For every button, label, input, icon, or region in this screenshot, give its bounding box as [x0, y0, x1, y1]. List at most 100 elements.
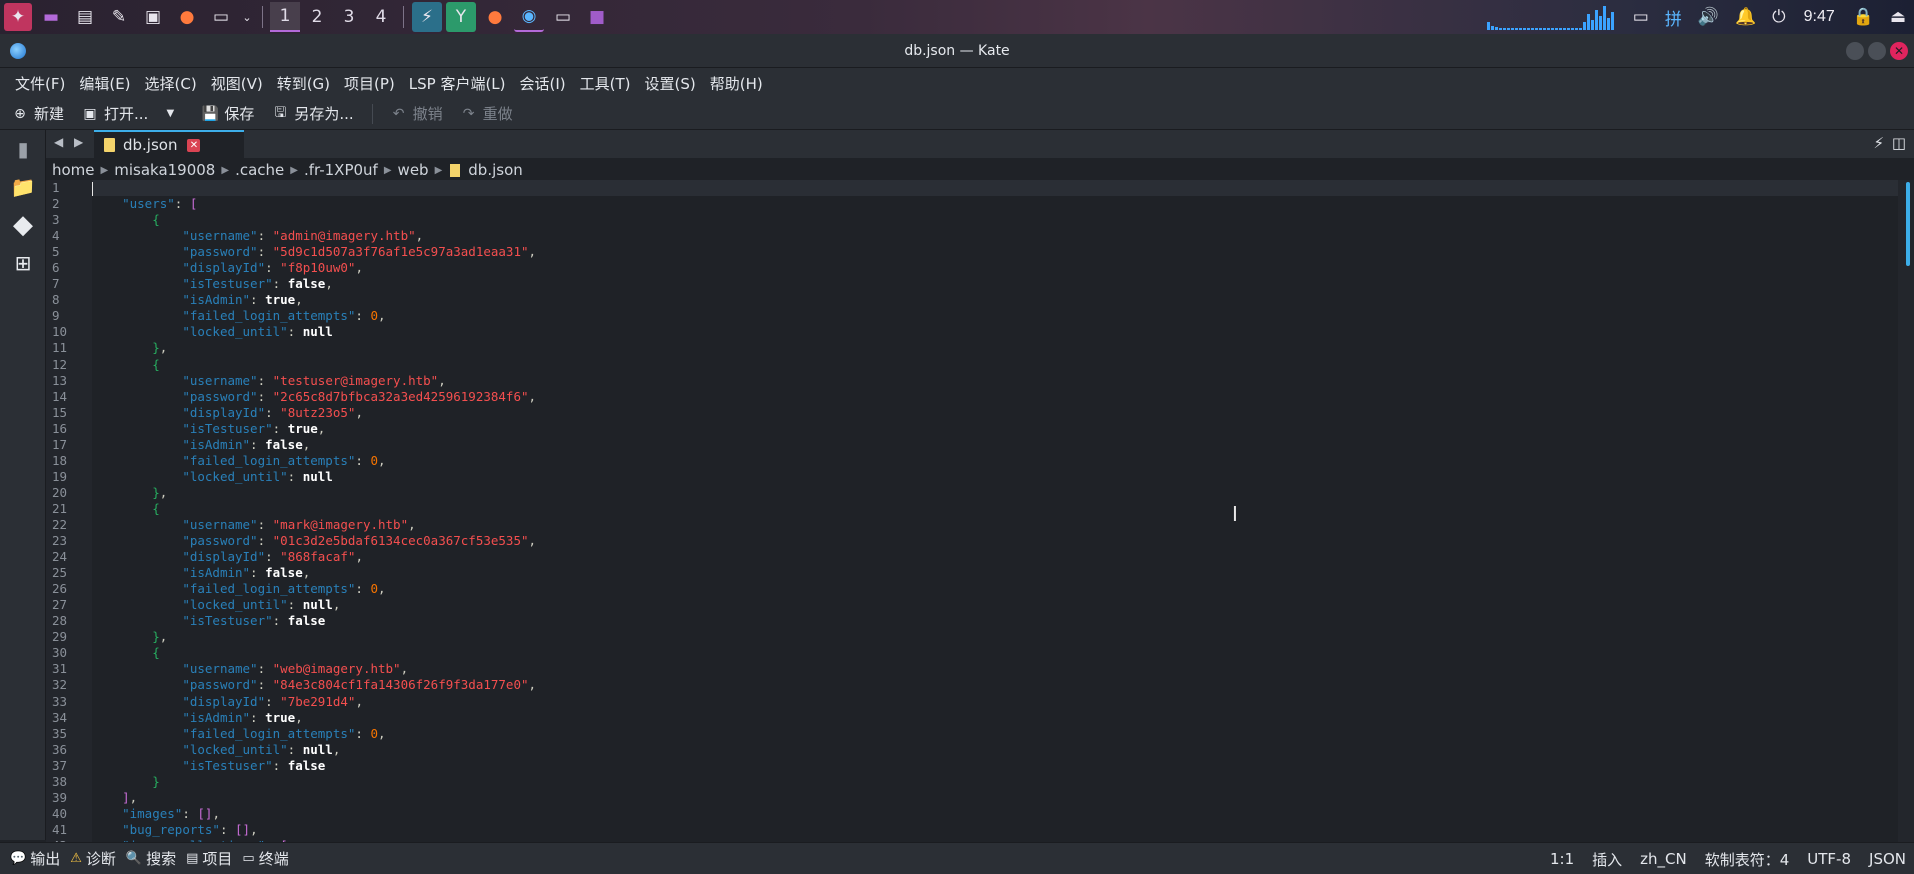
code-line[interactable]: ], [92, 790, 1898, 806]
tab-next-arrow-icon[interactable]: ▶ [74, 135, 83, 149]
code-line[interactable]: { [92, 357, 1898, 373]
lock-icon[interactable]: 🔒 [1853, 7, 1874, 27]
filesystem-browser-icon[interactable]: 📁 [0, 168, 46, 206]
code-line[interactable] [92, 180, 1898, 197]
file-manager-icon[interactable]: ▤ [70, 2, 100, 32]
code-line[interactable]: "isAdmin": false, [92, 437, 1898, 453]
code-line[interactable]: "password": "01c3d2e5bdaf6134cec0a367cf5… [92, 533, 1898, 549]
code-line[interactable]: "password": "2c65c8d7bfbca32a3ed42596192… [92, 389, 1898, 405]
code-line[interactable]: "locked_until": null, [92, 742, 1898, 758]
code-line[interactable]: "isAdmin": true, [92, 710, 1898, 726]
project-tree-icon[interactable]: ⊞ [0, 244, 46, 282]
code-line[interactable]: "users": [ [92, 196, 1898, 212]
code-line[interactable]: "isTestuser": false [92, 613, 1898, 629]
input-method-icon[interactable]: 拼 [1665, 5, 1682, 30]
kate-window-icon[interactable]: ◉ [514, 2, 544, 32]
code-line[interactable]: "locked_until": null [92, 469, 1898, 485]
code-line[interactable]: "displayId": "f8p10uw0", [92, 260, 1898, 276]
save-button[interactable]: 💾 保存 [202, 103, 255, 124]
code-line[interactable]: "username": "mark@imagery.htb", [92, 517, 1898, 533]
file-type-setting[interactable]: JSON [1869, 850, 1906, 868]
code-line[interactable]: }, [92, 629, 1898, 645]
code-line[interactable]: }, [92, 340, 1898, 356]
workspace-1[interactable]: 1 [270, 2, 300, 32]
code-line[interactable]: "displayId": "868facaf", [92, 549, 1898, 565]
code-line[interactable]: "displayId": "8utz23o5", [92, 405, 1898, 421]
text-editor-icon[interactable]: ✎ [104, 2, 134, 32]
burp-icon[interactable]: ⚡ [412, 2, 442, 32]
scrollbar-thumb[interactable] [1906, 182, 1910, 266]
code-line[interactable]: "failed_login_attempts": 0, [92, 581, 1898, 597]
redo-button[interactable]: ↷ 重做 [461, 103, 513, 124]
code-line[interactable]: "bug_reports": [], [92, 822, 1898, 838]
breadcrumb-web[interactable]: web [398, 161, 429, 179]
power-icon[interactable]: ⏻ [1772, 7, 1785, 27]
open-button[interactable]: ▣ 打开... ▼ [82, 103, 184, 124]
menu-goto[interactable]: 转到(G) [270, 73, 337, 94]
breadcrumb-home[interactable]: home [52, 161, 95, 179]
output-panel-button[interactable]: 💬 输出 [10, 848, 60, 869]
workspace-3[interactable]: 3 [334, 2, 364, 32]
code-line[interactable]: "isTestuser": true, [92, 421, 1898, 437]
code-line[interactable]: "isTestuser": false [92, 758, 1898, 774]
chevron-down-icon[interactable]: ⌄ [240, 2, 254, 32]
kate-app-icon[interactable] [10, 43, 26, 59]
volume-icon[interactable]: 🔊 [1698, 7, 1719, 27]
code-line[interactable]: "password": "84e3c804cf1fa14306f26f9f3da… [92, 677, 1898, 693]
code-line[interactable]: "failed_login_attempts": 0, [92, 308, 1898, 324]
tab-db-json[interactable]: db.json ✕ [94, 130, 244, 158]
notification-bell-icon[interactable]: 🔔 [1735, 7, 1756, 27]
new-button[interactable]: ⊕ 新建 [12, 103, 64, 124]
code-line[interactable]: } [92, 774, 1898, 790]
menu-view[interactable]: 视图(V) [204, 73, 270, 94]
kali-menu-icon[interactable]: ✦ [4, 3, 32, 31]
code-line[interactable]: { [92, 645, 1898, 661]
logout-icon[interactable]: ⏏ [1890, 7, 1906, 27]
code-line[interactable]: "isAdmin": false, [92, 565, 1898, 581]
breadcrumb-file[interactable]: db.json [468, 161, 522, 179]
breadcrumb-user[interactable]: misaka19008 [114, 161, 215, 179]
menu-lsp-client[interactable]: LSP 客户端(L) [402, 73, 513, 94]
folder-window-icon[interactable]: ■ [582, 2, 612, 32]
code-editor[interactable]: 1 2 3 4 5 6 7 8 9 10 11 12 13 14 15 16 17 18 19 20 21 22 23 24 2… [46, 180, 1914, 842]
terminal-window-icon[interactable]: ▭ [548, 2, 578, 32]
code-line[interactable]: "displayId": "7be291d4", [92, 694, 1898, 710]
maximize-button[interactable] [1868, 42, 1886, 60]
menu-select[interactable]: 选择(C) [138, 73, 204, 94]
code-line[interactable]: "failed_login_attempts": 0, [92, 726, 1898, 742]
terminal-icon[interactable]: ▭ [206, 2, 236, 32]
code-line[interactable]: "username": "web@imagery.htb", [92, 661, 1898, 677]
menu-project[interactable]: 项目(P) [337, 73, 402, 94]
tab-prev-arrow-icon[interactable]: ◀ [54, 135, 63, 149]
code-line[interactable]: "failed_login_attempts": 0, [92, 453, 1898, 469]
app-launcher-icon[interactable]: ▬ [36, 2, 66, 32]
menu-edit[interactable]: 编辑(E) [72, 73, 137, 94]
menu-file[interactable]: 文件(F) [8, 73, 72, 94]
cursor-position[interactable]: 1:1 [1550, 850, 1574, 868]
workspace-2[interactable]: 2 [302, 2, 332, 32]
menu-help[interactable]: 帮助(H) [703, 73, 770, 94]
code-line[interactable]: }, [92, 485, 1898, 501]
code-line[interactable]: "password": "5d9c1d507a3f76af1e5c97a3ad1… [92, 244, 1898, 260]
input-mode[interactable]: 插入 [1592, 849, 1622, 870]
tab-close-icon[interactable]: ✕ [187, 138, 201, 152]
close-button[interactable]: ✕ [1890, 42, 1908, 60]
code-line[interactable]: "isAdmin": true, [92, 292, 1898, 308]
code-line[interactable]: "images": [], [92, 806, 1898, 822]
open-dropdown-icon[interactable]: ▼ [162, 106, 178, 122]
diagnostics-panel-button[interactable]: ⚠ 诊断 [70, 848, 116, 869]
menu-settings[interactable]: 设置(S) [638, 73, 703, 94]
quick-open-icon[interactable]: ⚡ [1873, 134, 1884, 152]
breadcrumb-temp-dir[interactable]: .fr-1XP0uf [304, 161, 378, 179]
split-view-icon[interactable]: ◫ [1892, 134, 1906, 152]
clock[interactable]: 9:47 [1804, 8, 1835, 26]
save-as-button[interactable]: 🖫 另存为... [272, 103, 353, 124]
undo-button[interactable]: ↶ 撤销 [391, 103, 443, 124]
menu-session[interactable]: 会话(I) [513, 73, 573, 94]
dictionary-language[interactable]: zh_CN [1640, 850, 1687, 868]
code-area[interactable]: "users": [ { "username": "admin@imagery.… [92, 180, 1898, 842]
code-line[interactable]: { [92, 212, 1898, 228]
project-panel-button[interactable]: ▤ 项目 [186, 848, 232, 869]
workspace-4[interactable]: 4 [366, 2, 396, 32]
code-line[interactable]: { [92, 501, 1898, 517]
